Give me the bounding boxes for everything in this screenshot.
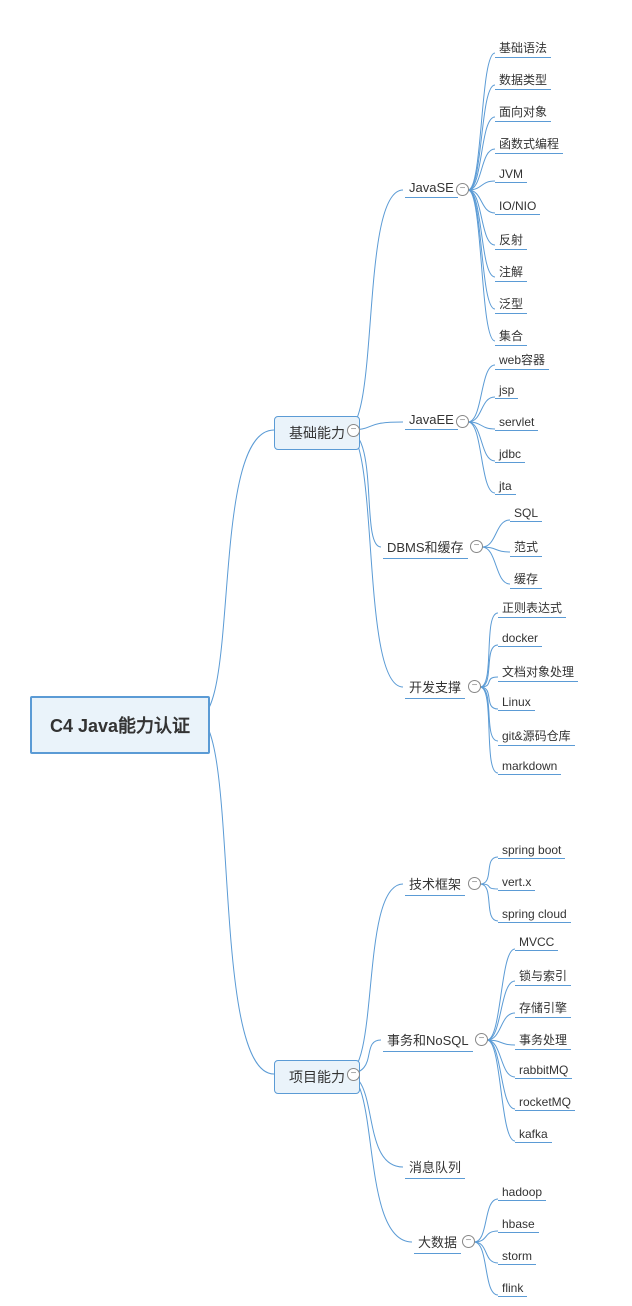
- leaf-node[interactable]: jta: [495, 478, 516, 495]
- leaf-node[interactable]: IO/NIO: [495, 198, 540, 215]
- leaf-node[interactable]: 缓存: [510, 569, 542, 589]
- leaf-node[interactable]: jsp: [495, 382, 518, 399]
- mid-mq[interactable]: 消息队列: [405, 1155, 465, 1179]
- leaf-node[interactable]: 范式: [510, 537, 542, 557]
- leaf-node[interactable]: 存储引擎: [515, 998, 571, 1018]
- collapse-icon[interactable]: −: [468, 680, 481, 693]
- leaf-node[interactable]: 注解: [495, 262, 527, 282]
- collapse-icon[interactable]: −: [475, 1033, 488, 1046]
- leaf-node[interactable]: hbase: [498, 1216, 539, 1233]
- leaf-node[interactable]: spring boot: [498, 842, 565, 859]
- leaf-node[interactable]: 泛型: [495, 294, 527, 314]
- leaf-node[interactable]: markdown: [498, 758, 561, 775]
- leaf-node[interactable]: 正则表达式: [498, 598, 566, 618]
- leaf-node[interactable]: SQL: [510, 505, 542, 522]
- leaf-node[interactable]: web容器: [495, 350, 549, 370]
- leaf-node[interactable]: vert.x: [498, 874, 535, 891]
- leaf-node[interactable]: JVM: [495, 166, 527, 183]
- collapse-icon[interactable]: −: [456, 183, 469, 196]
- mid-javase[interactable]: JavaSE: [405, 178, 458, 198]
- collapse-icon[interactable]: −: [468, 877, 481, 890]
- leaf-node[interactable]: 集合: [495, 326, 527, 346]
- leaf-node[interactable]: 锁与索引: [515, 966, 571, 986]
- leaf-node[interactable]: flink: [498, 1280, 527, 1297]
- leaf-node[interactable]: storm: [498, 1248, 536, 1265]
- collapse-icon[interactable]: −: [470, 540, 483, 553]
- leaf-node[interactable]: 反射: [495, 230, 527, 250]
- mid-bigdata[interactable]: 大数据: [414, 1230, 461, 1254]
- leaf-node[interactable]: 事务处理: [515, 1030, 571, 1050]
- collapse-icon[interactable]: −: [347, 1068, 360, 1081]
- leaf-node[interactable]: git&源码仓库: [498, 726, 575, 746]
- leaf-node[interactable]: jdbc: [495, 446, 525, 463]
- leaf-node[interactable]: 面向对象: [495, 102, 551, 122]
- collapse-icon[interactable]: −: [456, 415, 469, 428]
- leaf-node[interactable]: rabbitMQ: [515, 1062, 572, 1079]
- mid-dbms[interactable]: DBMS和缓存: [383, 535, 468, 559]
- mid-transaction[interactable]: 事务和NoSQL: [383, 1028, 473, 1052]
- leaf-node[interactable]: Linux: [498, 694, 535, 711]
- leaf-node[interactable]: docker: [498, 630, 542, 647]
- leaf-node[interactable]: 基础语法: [495, 38, 551, 58]
- leaf-node[interactable]: servlet: [495, 414, 538, 431]
- leaf-node[interactable]: hadoop: [498, 1184, 546, 1201]
- leaf-node[interactable]: MVCC: [515, 934, 558, 951]
- collapse-icon[interactable]: −: [347, 424, 360, 437]
- mid-javaee[interactable]: JavaEE: [405, 410, 458, 430]
- leaf-node[interactable]: 数据类型: [495, 70, 551, 90]
- collapse-icon[interactable]: −: [462, 1235, 475, 1248]
- leaf-node[interactable]: 文档对象处理: [498, 662, 578, 682]
- leaf-node[interactable]: rocketMQ: [515, 1094, 575, 1111]
- leaf-node[interactable]: kafka: [515, 1126, 552, 1143]
- mid-devsupport[interactable]: 开发支撑: [405, 675, 465, 699]
- leaf-node[interactable]: spring cloud: [498, 906, 571, 923]
- mid-framework[interactable]: 技术框架: [405, 872, 465, 896]
- leaf-node[interactable]: 函数式编程: [495, 134, 563, 154]
- root-node[interactable]: C4 Java能力认证: [30, 696, 210, 754]
